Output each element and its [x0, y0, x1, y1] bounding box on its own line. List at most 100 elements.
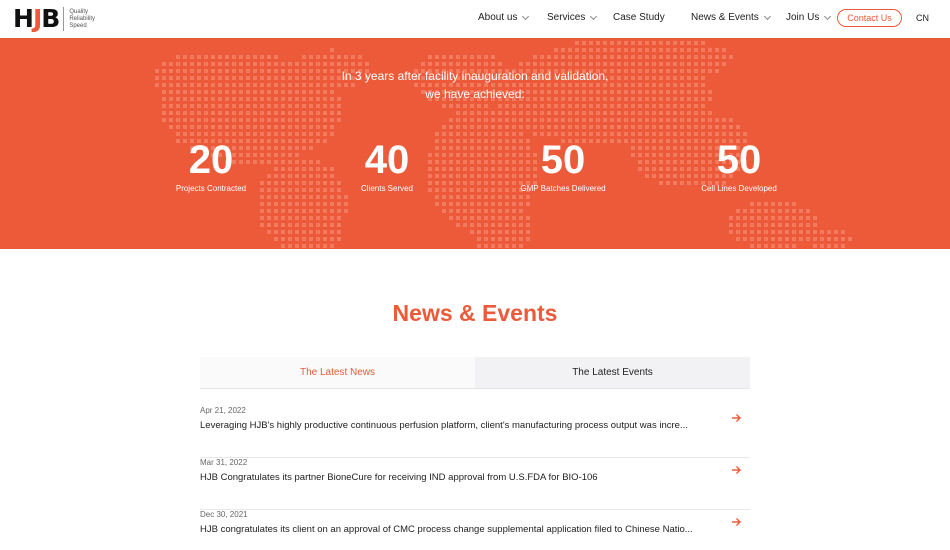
map-dot: [785, 223, 789, 227]
map-dot: [323, 216, 327, 220]
news-item[interactable]: Apr 21, 2022 Leveraging HJB's highly pro…: [200, 406, 750, 458]
map-dot: [197, 111, 201, 115]
map-dot: [624, 55, 628, 59]
map-dot: [295, 181, 299, 185]
map-dot: [232, 62, 236, 66]
news-title[interactable]: HJB congratulates its client on an appro…: [200, 524, 710, 535]
map-dot: [820, 237, 824, 241]
nav-join-us[interactable]: Join Us: [786, 12, 832, 23]
map-dot: [568, 118, 572, 122]
news-title[interactable]: HJB Congratulates its partner BioneCure …: [200, 472, 710, 483]
map-dot: [736, 230, 740, 234]
map-dot: [463, 118, 467, 122]
tab-latest-events[interactable]: The Latest Events: [475, 357, 750, 388]
map-dot: [463, 111, 467, 115]
map-dot: [288, 160, 292, 164]
map-dot: [666, 125, 670, 129]
map-dot: [603, 55, 607, 59]
map-dot: [491, 118, 495, 122]
arrow-right-icon[interactable]: [730, 464, 742, 476]
map-dot: [330, 195, 334, 199]
map-dot: [645, 55, 649, 59]
map-dot: [218, 111, 222, 115]
map-dot: [267, 111, 271, 115]
map-dot: [631, 125, 635, 129]
map-dot: [785, 209, 789, 213]
map-dot: [603, 62, 607, 66]
map-dot: [554, 48, 558, 52]
map-dot: [295, 188, 299, 192]
map-dot: [463, 146, 467, 150]
map-dot: [302, 55, 306, 59]
map-dot: [260, 111, 264, 115]
map-dot: [603, 125, 607, 129]
map-dot: [757, 209, 761, 213]
map-dot: [687, 62, 691, 66]
map-dot: [302, 62, 306, 66]
map-dot: [645, 62, 649, 66]
nav-services[interactable]: Services: [547, 12, 598, 23]
map-dot: [687, 111, 691, 115]
news-title[interactable]: Leveraging HJB's highly productive conti…: [200, 420, 710, 431]
map-dot: [330, 55, 334, 59]
nav-about-us[interactable]: About us: [478, 12, 530, 23]
map-dot: [701, 48, 705, 52]
map-dot: [232, 125, 236, 129]
map-dot: [659, 104, 663, 108]
map-dot: [470, 139, 474, 143]
map-dot: [162, 111, 166, 115]
map-dot: [337, 104, 341, 108]
tab-latest-news[interactable]: The Latest News: [200, 357, 475, 388]
map-dot: [288, 181, 292, 185]
map-dot: [169, 104, 173, 108]
map-dot: [330, 237, 334, 241]
map-dot: [302, 223, 306, 227]
map-dot: [309, 55, 313, 59]
contact-us-button[interactable]: Contact Us: [837, 9, 902, 27]
map-dot: [204, 55, 208, 59]
map-dot: [330, 244, 334, 248]
map-dot: [505, 237, 509, 241]
news-item[interactable]: Dec 30, 2021 HJB congratulates its clien…: [200, 510, 750, 550]
map-dot: [253, 62, 257, 66]
map-dot: [316, 118, 320, 122]
map-dot: [778, 230, 782, 234]
map-dot: [638, 160, 642, 164]
map-dot: [694, 55, 698, 59]
map-dot: [687, 55, 691, 59]
map-dot: [645, 132, 649, 136]
map-dot: [484, 223, 488, 227]
hjb-logo[interactable]: HJB Quality Reliability Speed: [13, 4, 95, 34]
map-dot: [659, 146, 663, 150]
map-dot: [246, 118, 250, 122]
news-date: Mar 31, 2022: [200, 458, 248, 467]
map-dot: [316, 125, 320, 129]
map-dot: [232, 55, 236, 59]
map-dot: [505, 104, 509, 108]
map-dot: [281, 209, 285, 213]
hero-intro-line2: we have achieved:: [425, 87, 525, 101]
language-switch-cn[interactable]: CN: [916, 13, 929, 23]
map-dot: [806, 230, 810, 234]
map-dot: [561, 55, 565, 59]
nav-news-events[interactable]: News & Events: [691, 12, 771, 23]
map-dot: [750, 209, 754, 213]
map-dot: [302, 118, 306, 122]
map-dot: [659, 132, 663, 136]
map-dot: [624, 125, 628, 129]
map-dot: [463, 153, 467, 157]
arrow-right-icon[interactable]: [730, 412, 742, 424]
map-dot: [547, 111, 551, 115]
chevron-down-icon: [763, 12, 771, 20]
map-dot: [610, 104, 614, 108]
map-dot: [715, 62, 719, 66]
arrow-right-icon[interactable]: [730, 516, 742, 528]
map-dot: [610, 111, 614, 115]
map-dot: [736, 216, 740, 220]
nav-case-study[interactable]: Case Study: [613, 12, 665, 23]
map-dot: [309, 104, 313, 108]
news-item[interactable]: Mar 31, 2022 HJB Congratulates its partn…: [200, 458, 750, 510]
map-dot: [337, 237, 341, 241]
map-dot: [806, 209, 810, 213]
map-dot: [477, 202, 481, 206]
